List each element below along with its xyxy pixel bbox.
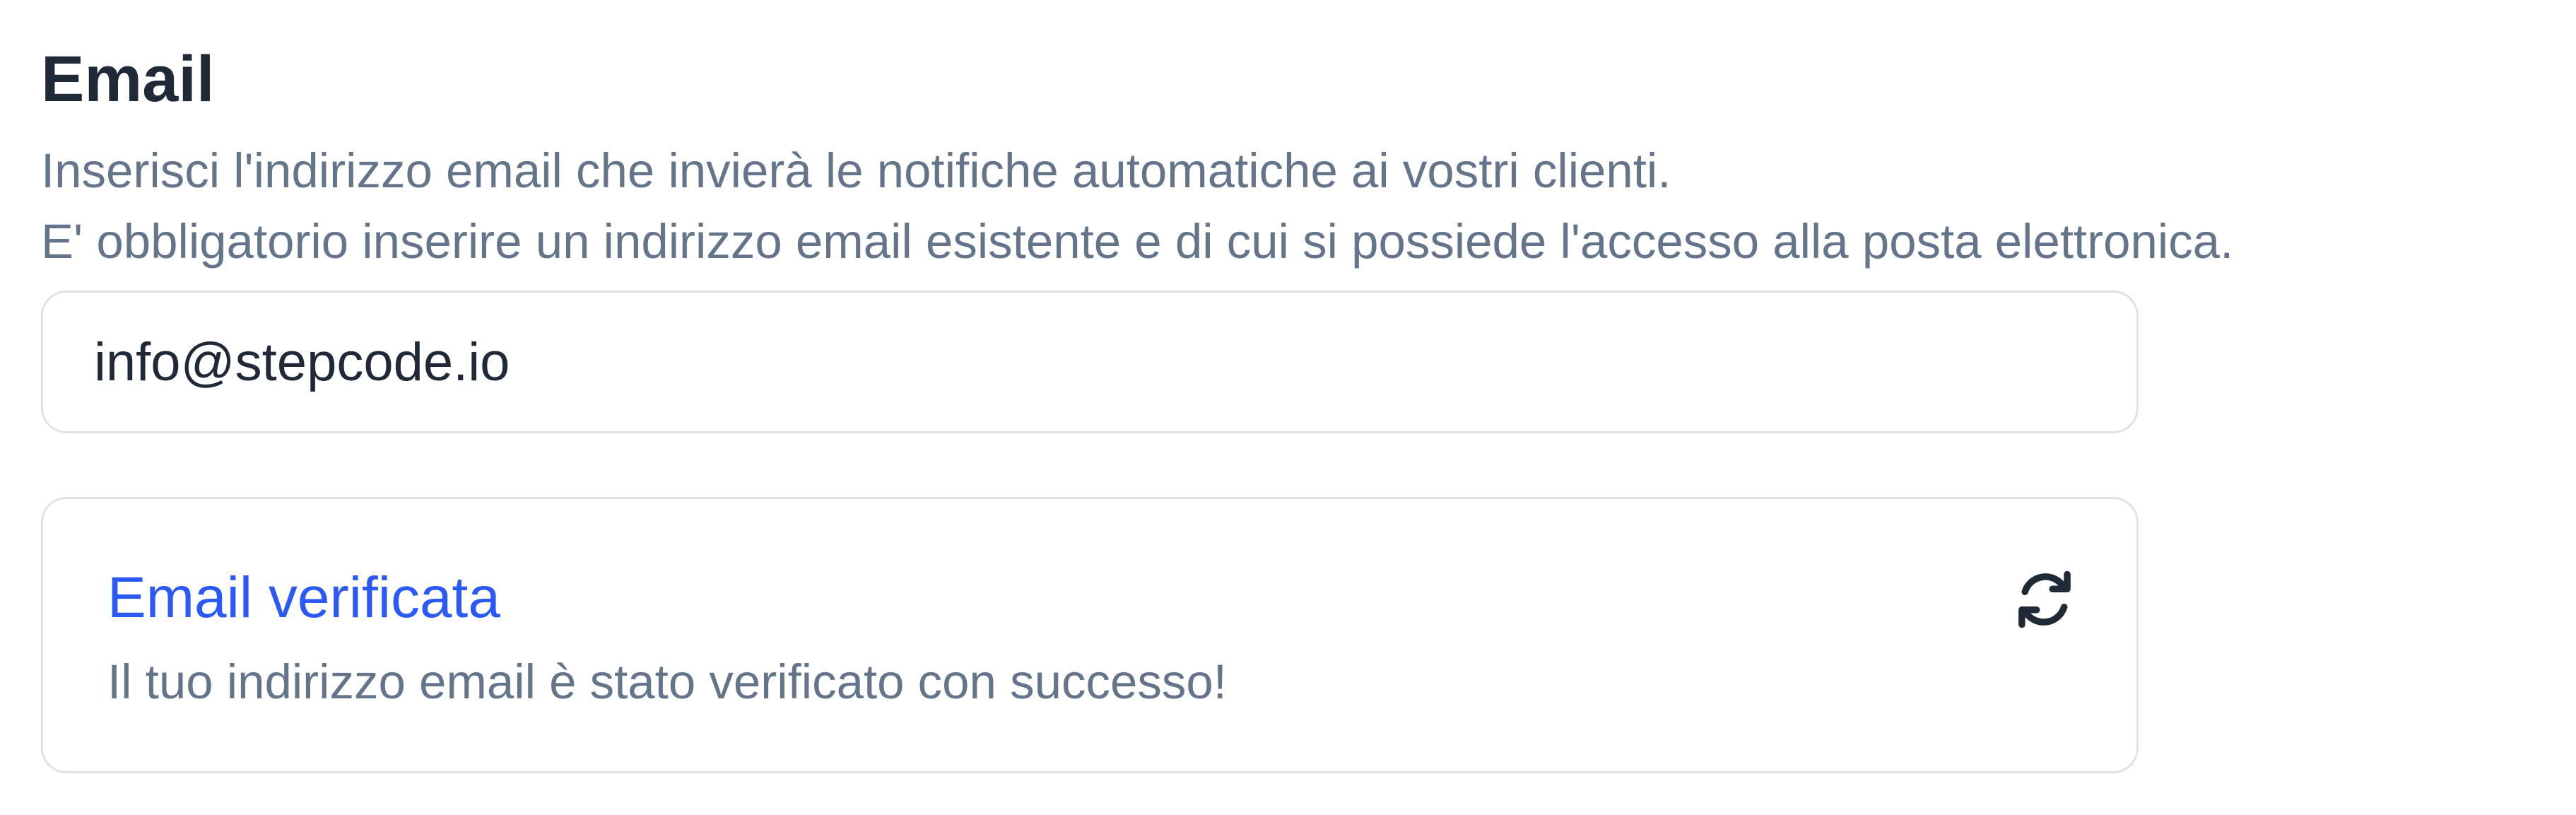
refresh-button[interactable] <box>2008 563 2081 636</box>
verification-title: Email verificata <box>107 565 500 630</box>
verification-message: Il tuo indirizzo email è stato verificat… <box>107 655 1227 709</box>
verification-status-card: Email verificata Il tuo indirizzo email … <box>41 497 2139 773</box>
email-field[interactable] <box>41 291 2139 433</box>
description-line-2: E' obbligatorio inserire un indirizzo em… <box>41 214 2234 269</box>
section-title: Email <box>41 43 215 115</box>
refresh-icon <box>2018 570 2071 628</box>
section-description: Inserisci l'indirizzo email che invierà … <box>41 136 2233 277</box>
description-line-1: Inserisci l'indirizzo email che invierà … <box>41 143 1671 198</box>
